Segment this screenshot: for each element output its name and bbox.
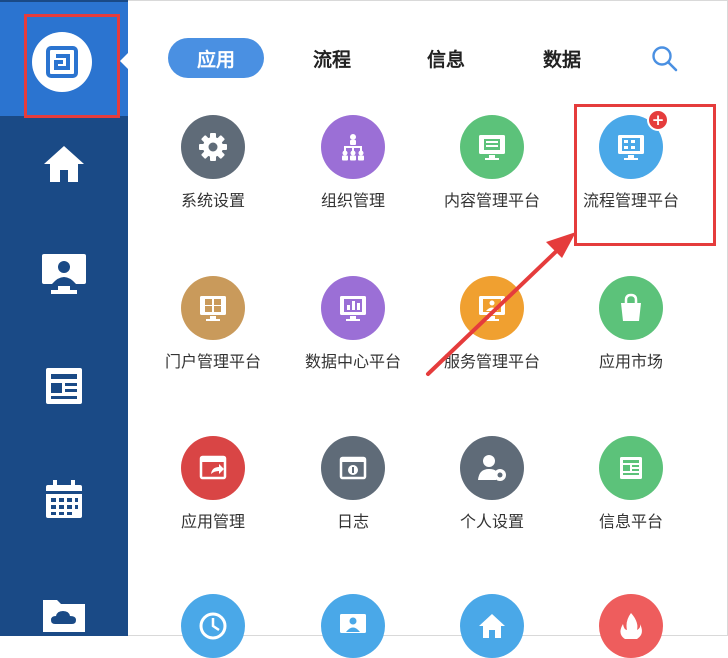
- org-chart-icon: [342, 134, 364, 161]
- fire-icon: [620, 613, 642, 639]
- app-label: 流程管理平台: [582, 191, 679, 210]
- app-clock[interactable]: [143, 594, 283, 658]
- tab-process[interactable]: 流程: [296, 38, 368, 78]
- app-service-platform[interactable]: 服务管理平台: [422, 276, 562, 374]
- app-application-management[interactable]: 应用管理: [143, 436, 283, 534]
- sidebar-item-calendar[interactable]: [0, 470, 128, 530]
- folder-cloud-icon: [43, 600, 85, 632]
- monitor-service-icon: [479, 296, 505, 321]
- gear-icon: [199, 133, 227, 161]
- app-home[interactable]: [422, 594, 562, 658]
- app-content-platform[interactable]: 内容管理平台: [422, 115, 562, 213]
- app-label: 组织管理: [320, 191, 385, 210]
- home-icon: [479, 614, 505, 638]
- tab-data[interactable]: 数据: [526, 38, 598, 78]
- tab-info[interactable]: 信息: [410, 38, 482, 78]
- sidebar-item-home[interactable]: [0, 134, 128, 194]
- user-gear-icon: [478, 455, 506, 481]
- window-share-icon: [199, 455, 227, 480]
- app-label: 系统设置: [180, 191, 245, 210]
- app-label: 信息平台: [598, 512, 663, 531]
- monitor-user-icon: [42, 254, 86, 294]
- app-market[interactable]: 应用市场: [561, 276, 701, 374]
- app-portal-platform[interactable]: 门户管理平台: [143, 276, 283, 374]
- logo-tile[interactable]: [0, 2, 129, 116]
- app-monitor-user[interactable]: [283, 594, 423, 658]
- sidebar: [0, 0, 129, 636]
- sidebar-item-news[interactable]: [0, 356, 128, 416]
- newspaper-icon: [620, 457, 642, 479]
- app-label: 应用管理: [180, 512, 245, 531]
- monitor-flow-icon: [618, 135, 644, 160]
- tab-apps[interactable]: 应用: [168, 38, 264, 78]
- logo-icon: [32, 32, 92, 92]
- app-data-center[interactable]: 数据中心平台: [283, 276, 423, 374]
- sidebar-item-folder[interactable]: [0, 584, 128, 644]
- app-info-platform[interactable]: 信息平台: [561, 436, 701, 534]
- app-process-platform[interactable]: + 流程管理平台: [561, 109, 701, 213]
- app-label: 门户管理平台: [164, 352, 261, 371]
- monitor-chart-icon: [340, 296, 366, 321]
- search-icon: [652, 46, 678, 72]
- logo-pointer: [120, 52, 129, 70]
- home-icon: [44, 146, 84, 182]
- app-label: 数据中心平台: [304, 352, 401, 371]
- app-log[interactable]: 日志: [283, 436, 423, 534]
- add-badge-icon: +: [647, 109, 669, 131]
- clock-icon: [199, 612, 227, 640]
- app-label: 内容管理平台: [443, 191, 540, 210]
- sidebar-item-monitor[interactable]: [0, 244, 128, 304]
- app-personal-settings[interactable]: 个人设置: [422, 436, 562, 534]
- shopping-bag-icon: [621, 293, 641, 321]
- calendar-icon: [46, 480, 82, 518]
- monitor-user-icon: [340, 614, 366, 633]
- app-label: 日志: [336, 512, 369, 531]
- app-label: 应用市场: [598, 352, 663, 371]
- search-button[interactable]: [650, 44, 680, 74]
- app-system-settings[interactable]: 系统设置: [143, 115, 283, 213]
- monitor-grid-icon: [200, 296, 226, 321]
- newspaper-icon: [46, 368, 82, 404]
- app-label: 服务管理平台: [443, 352, 540, 371]
- monitor-doc-icon: [479, 135, 505, 160]
- app-org-management[interactable]: 组织管理: [283, 115, 423, 213]
- app-fire[interactable]: [561, 594, 701, 658]
- app-label: 个人设置: [459, 512, 524, 531]
- log-icon: [339, 456, 367, 480]
